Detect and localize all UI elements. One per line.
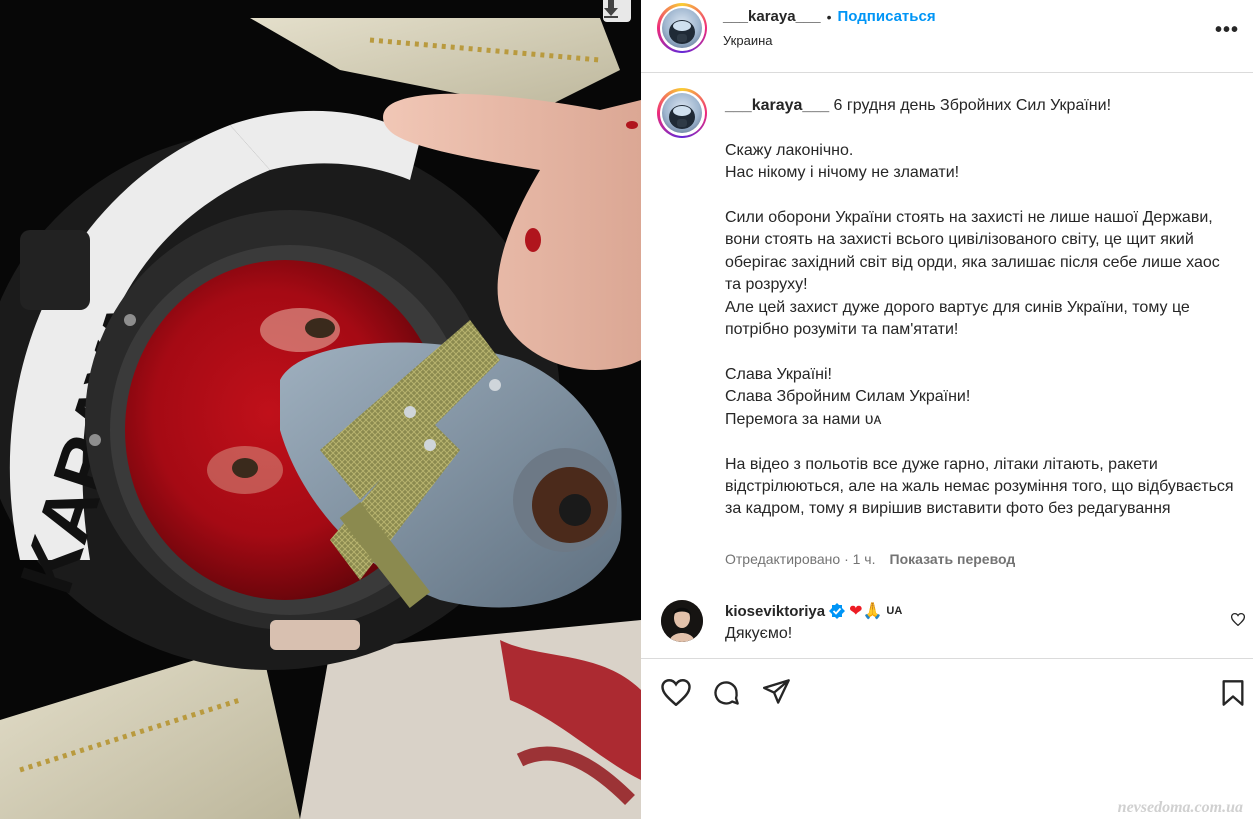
comment-item: kioseviktoriya ❤🙏 UA Дякуємо! <box>641 598 1253 658</box>
site-watermark: nevsedoma.com.ua <box>1117 799 1243 816</box>
commenter-username[interactable]: kioseviktoriya <box>725 603 825 620</box>
heart-icon <box>1230 613 1246 627</box>
share-button[interactable] <box>763 679 791 710</box>
download-arrow-icon <box>604 0 618 18</box>
post-caption: ___karaya___ 6 грудня день Збройних Сил … <box>641 74 1253 659</box>
post-photo: KARAYA <box>0 0 641 819</box>
pilot-photo-illustration: KARAYA <box>0 0 641 819</box>
commenter-avatar[interactable] <box>661 600 703 642</box>
download-button[interactable] <box>603 0 631 22</box>
post-sidebar: ___karaya___ • Подписаться Украина ••• _… <box>641 0 1253 819</box>
caption-body: 6 грудня день Збройних Сил України! Скаж… <box>725 97 1234 518</box>
edited-timestamp: Отредактировано · 1 ч. <box>725 551 876 567</box>
verified-badge-icon <box>829 603 846 619</box>
comment-icon <box>714 681 739 705</box>
like-button[interactable] <box>661 678 691 711</box>
comment-text: Дякуємо! <box>725 625 793 642</box>
pilot-avatar-icon <box>669 105 695 129</box>
person-avatar-icon <box>661 600 703 642</box>
comment-like-button[interactable] <box>1230 613 1246 631</box>
post-actions <box>641 658 1253 726</box>
caption-username[interactable]: ___karaya___ <box>725 97 829 114</box>
pilot-avatar-icon <box>669 20 695 44</box>
post-location[interactable]: Украина <box>723 33 773 48</box>
caption-meta: Отредактировано · 1 ч. Показать перевод <box>725 551 1015 567</box>
show-translation-link[interactable]: Показать перевод <box>890 551 1016 567</box>
comment-emojis: ❤🙏 <box>849 603 883 620</box>
ua-flag-label: UA <box>886 605 903 617</box>
caption-author-avatar[interactable] <box>657 88 707 138</box>
follow-button[interactable]: Подписаться <box>838 8 936 25</box>
author-avatar[interactable] <box>657 3 707 53</box>
comment-button[interactable] <box>712 679 740 712</box>
caption-text: ___karaya___ 6 грудня день Збройних Сил … <box>725 95 1235 521</box>
share-icon <box>763 679 790 704</box>
more-options-icon[interactable]: ••• <box>1215 19 1239 42</box>
post-header: ___karaya___ • Подписаться Украина ••• <box>641 0 1253 73</box>
separator-dot: • <box>826 8 832 25</box>
save-button[interactable] <box>1221 679 1245 712</box>
heart-icon <box>661 678 691 707</box>
author-username[interactable]: ___karaya___ <box>723 8 821 25</box>
bookmark-icon <box>1222 680 1244 706</box>
